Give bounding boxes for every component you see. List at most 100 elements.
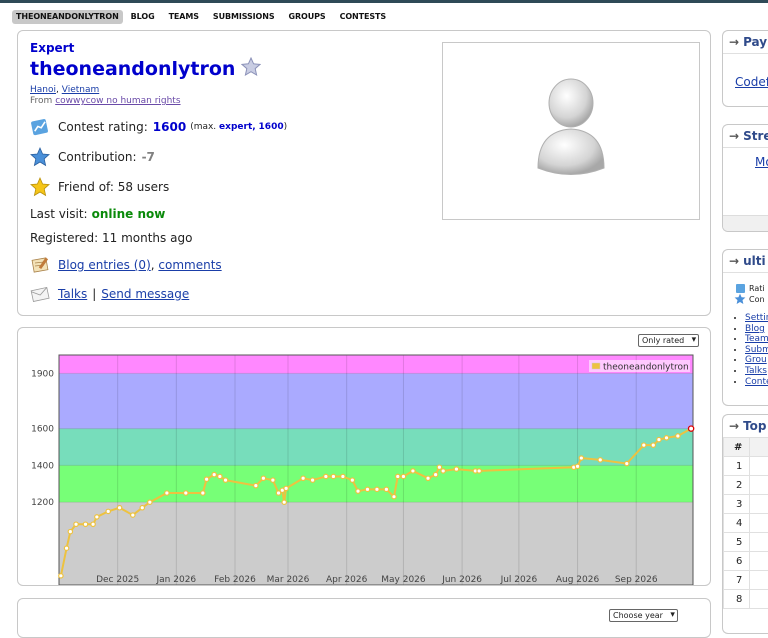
nav-contests-tab[interactable]: CONTESTS bbox=[338, 10, 388, 24]
organization-link[interactable]: cowwycow no human rights bbox=[55, 96, 180, 106]
data-point bbox=[401, 474, 405, 478]
nav-profile-tab[interactable]: THEONEANDONLYTRON bbox=[12, 10, 123, 24]
contribution-label: Contribution: bbox=[58, 150, 137, 164]
data-point bbox=[426, 476, 430, 480]
data-point bbox=[282, 500, 286, 504]
x-tick-label: Aug 2026 bbox=[556, 575, 600, 585]
data-point bbox=[218, 474, 222, 478]
data-point bbox=[284, 486, 288, 490]
user-rank: Expert bbox=[30, 41, 74, 55]
talks-link[interactable]: Talks bbox=[58, 287, 87, 301]
table-row: 6 bbox=[724, 552, 768, 571]
x-tick-label: Jul 2026 bbox=[500, 575, 538, 585]
arrow-right-icon: → bbox=[729, 35, 739, 49]
registered-row: Registered: 11 months ago bbox=[30, 231, 192, 245]
x-tick-label: Dec 2025 bbox=[96, 575, 139, 585]
nav-teams-tab[interactable]: TEAMS bbox=[167, 10, 201, 24]
talks-row: Talks | Send message bbox=[30, 284, 189, 304]
data-point bbox=[91, 522, 95, 526]
sidebar-streams-link[interactable]: Mo bbox=[755, 155, 768, 169]
sidebar-link-blog[interactable]: Blog bbox=[745, 324, 765, 334]
city-link[interactable]: Hanoi bbox=[30, 85, 56, 95]
registered-text: Registered: 11 months ago bbox=[30, 231, 192, 245]
data-point bbox=[165, 491, 169, 495]
nav-blog-tab[interactable]: BLOG bbox=[129, 10, 157, 24]
sidebar-contribution-text: Con bbox=[749, 295, 765, 304]
sidebar-user-links: Settin Blog Team Subm Grou Talks Conte bbox=[737, 313, 768, 387]
nav-submissions-tab[interactable]: SUBMISSIONS bbox=[211, 10, 277, 24]
data-point bbox=[140, 506, 144, 510]
top-table: # 1 2 3 4 5 6 7 8 bbox=[723, 437, 768, 609]
sidebar-link-contests[interactable]: Conte bbox=[745, 377, 768, 387]
data-point bbox=[201, 491, 205, 495]
contest-rating-row: Contest rating: 1600 (max. expert, 1600) bbox=[30, 117, 287, 137]
rating-band bbox=[59, 373, 693, 428]
contribution-row: Contribution: -7 bbox=[30, 147, 155, 167]
table-row: 3 bbox=[724, 495, 768, 514]
data-point bbox=[411, 469, 415, 473]
x-tick-label: Jan 2026 bbox=[156, 575, 197, 585]
data-point bbox=[204, 477, 208, 481]
sidebar-streams-title: →Stre bbox=[723, 125, 768, 148]
top-border bbox=[0, 0, 768, 3]
x-tick-label: Jun 2026 bbox=[441, 575, 482, 585]
table-cell: 6 bbox=[724, 552, 750, 571]
rating-chart: 1200140016001900Dec 2025Jan 2026Feb 2026… bbox=[18, 328, 711, 586]
country-link[interactable]: Vietnam bbox=[62, 85, 100, 95]
data-point bbox=[106, 509, 110, 513]
data-point bbox=[664, 436, 668, 440]
blog-entries-link[interactable]: Blog entries (0) bbox=[58, 258, 151, 272]
avatar bbox=[442, 42, 700, 220]
star-outline-icon[interactable] bbox=[241, 57, 261, 81]
profile-box: Expert theoneandonlytron Hanoi, Vietnam … bbox=[17, 30, 711, 316]
table-row: 7 bbox=[724, 571, 768, 590]
friend-of-row: Friend of: 58 users bbox=[30, 177, 169, 197]
data-point bbox=[575, 464, 579, 468]
data-point bbox=[83, 522, 87, 526]
nav-groups-tab[interactable]: GROUPS bbox=[287, 10, 328, 24]
from-label: From bbox=[30, 96, 52, 106]
data-point bbox=[68, 529, 72, 533]
rating-band bbox=[59, 465, 693, 502]
data-point bbox=[454, 467, 458, 471]
user-location: Hanoi, Vietnam bbox=[30, 85, 99, 95]
envelope-icon bbox=[30, 284, 50, 304]
sidebar-link-submissions[interactable]: Subm bbox=[745, 345, 768, 355]
y-tick-label: 1900 bbox=[31, 369, 54, 379]
comments-link[interactable]: comments bbox=[158, 258, 221, 272]
last-visit-row: Last visit: online now bbox=[30, 207, 165, 221]
data-point bbox=[392, 494, 396, 498]
sidebar-link-groups[interactable]: Grou bbox=[745, 355, 767, 365]
data-point bbox=[356, 489, 360, 493]
table-row: 2 bbox=[724, 476, 768, 495]
data-point bbox=[384, 487, 388, 491]
data-point bbox=[651, 443, 655, 447]
max-prefix: (max. bbox=[190, 122, 216, 132]
sidebar-link-settings[interactable]: Settin bbox=[745, 313, 768, 323]
choose-year-select[interactable]: Choose year bbox=[609, 609, 678, 622]
sidebar-contribution-icon bbox=[734, 293, 746, 307]
arrow-right-icon: → bbox=[729, 129, 739, 143]
user-handle[interactable]: theoneandonlytron bbox=[30, 58, 235, 80]
data-point bbox=[433, 472, 437, 476]
sidebar-link-teams[interactable]: Team bbox=[745, 334, 768, 344]
y-tick-label: 1600 bbox=[31, 425, 54, 435]
data-point bbox=[59, 574, 63, 578]
sidebar-streams-box: →Stre Mo bbox=[722, 124, 768, 232]
data-point bbox=[271, 478, 275, 482]
rating-chart-box: Only rated 1200140016001900Dec 2025Jan 2… bbox=[17, 327, 711, 586]
sidebar-pay-link[interactable]: Codefo bbox=[735, 75, 768, 89]
sidebar-link-talks[interactable]: Talks bbox=[745, 366, 767, 376]
data-point bbox=[396, 474, 400, 478]
data-point bbox=[261, 476, 265, 480]
data-point bbox=[625, 461, 629, 465]
data-point bbox=[324, 474, 328, 478]
data-point bbox=[148, 500, 152, 504]
max-rating-value: 1600 bbox=[259, 122, 284, 132]
table-row: 5 bbox=[724, 533, 768, 552]
send-message-link[interactable]: Send message bbox=[101, 287, 189, 301]
table-cell: 1 bbox=[724, 457, 750, 476]
rating-band bbox=[59, 502, 693, 585]
data-point bbox=[331, 474, 335, 478]
data-point bbox=[437, 465, 441, 469]
